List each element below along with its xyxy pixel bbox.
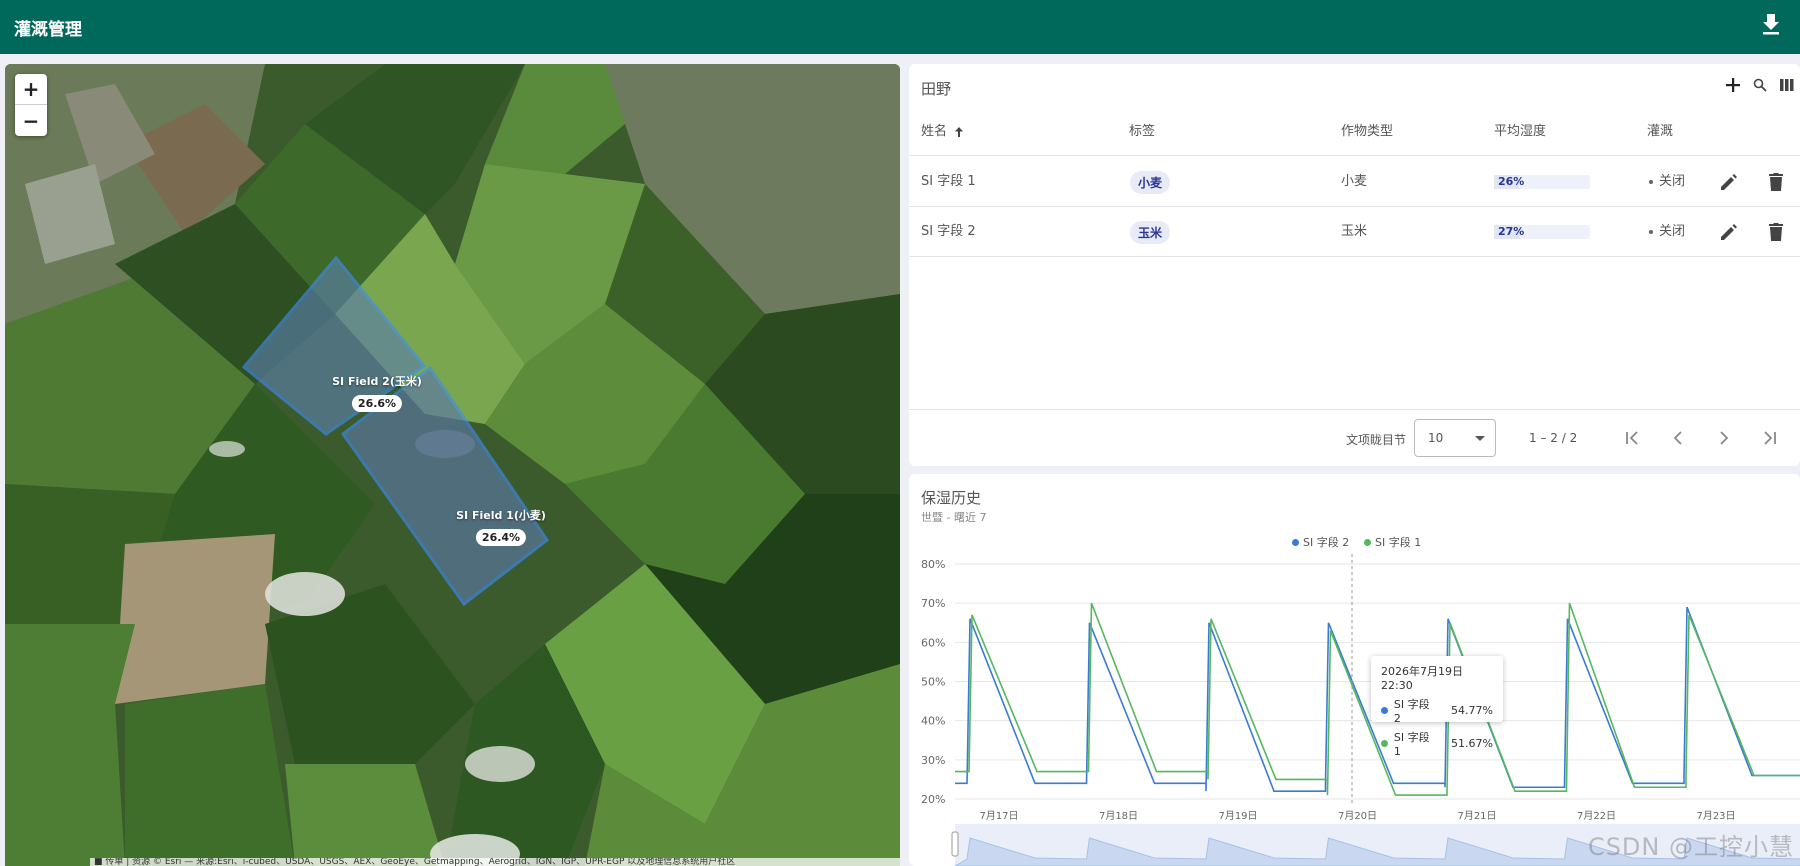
app-title: 灌溉管理: [14, 19, 82, 40]
fields-table-card: 田野 姓名 标签 作物类型 平均湿度 灌溉 SI 字段 1 小麦 小麦 26% …: [909, 64, 1800, 466]
field-1-moisture-badge: 26.4%: [475, 529, 527, 546]
add-icon[interactable]: [1720, 72, 1746, 98]
table-row[interactable]: SI 字段 1 小麦 小麦 26% 关闭: [909, 157, 1800, 207]
table-pagination: 文项眬目节 10 1 – 2 / 2: [909, 409, 1800, 466]
next-page-icon[interactable]: [1712, 426, 1736, 450]
table-title: 田野: [921, 80, 952, 98]
y-tick-label: 50%: [921, 676, 945, 689]
moisture-bar: 27%: [1494, 225, 1590, 239]
edit-icon[interactable]: [1717, 170, 1741, 194]
satellite-map[interactable]: + − SI Field 2(玉米) 26.6% SI Field 1(小麦) …: [5, 64, 900, 866]
col-moisture-header[interactable]: 平均湿度: [1494, 108, 1546, 156]
field-2-label: SI Field 2(玉米): [332, 375, 422, 388]
edit-icon[interactable]: [1717, 220, 1741, 244]
rows-per-page-label: 文项眬目节: [1346, 433, 1407, 447]
col-name-header[interactable]: 姓名: [921, 108, 947, 156]
field-1-label: SI Field 1(小麦): [456, 509, 546, 522]
map-tiles: [5, 64, 900, 866]
chart-tooltip: 2026年7月19日 22:30 SI 字段 2 54.77% SI 字段 1 51…: [1371, 656, 1503, 758]
line-chart[interactable]: 20% 30% 40% 50% 60% 70% 80% 7月17日 7月18日 7月19日 7月2…: [909, 474, 1800, 866]
last-page-icon[interactable]: [1758, 426, 1782, 450]
x-tick-label: 7月21日: [1457, 810, 1496, 822]
search-icon[interactable]: [1747, 72, 1773, 98]
x-tick-label: 7月20日: [1338, 810, 1377, 822]
col-crop-header[interactable]: 作物类型: [1341, 108, 1393, 156]
y-tick-label: 60%: [921, 636, 945, 649]
delete-icon[interactable]: [1764, 170, 1788, 194]
y-tick-label: 20%: [921, 793, 945, 806]
y-tick-label: 30%: [921, 754, 945, 767]
x-tick-label: 7月18日: [1099, 810, 1138, 822]
x-tick-label: 7月23日: [1696, 810, 1735, 822]
tag-chip: 小麦: [1130, 171, 1171, 194]
table-row[interactable]: SI 字段 2 玉米 玉米 27% 关闭: [909, 207, 1800, 257]
tooltip-date: 2026年7月19日 22:30: [1381, 665, 1463, 692]
zoom-in-button[interactable]: +: [15, 74, 47, 105]
tooltip-value-2: 54.77%: [1451, 704, 1493, 717]
chevron-down-icon: [1475, 436, 1485, 441]
zoom-out-button[interactable]: −: [15, 105, 47, 136]
x-tick-label: 7月19日: [1218, 810, 1257, 822]
row-name: SI 字段 2: [921, 224, 976, 239]
irrigation-status: 关闭: [1649, 207, 1685, 257]
irrigation-status: 关闭: [1649, 157, 1685, 207]
page-range: 1 – 2 / 2: [1529, 431, 1578, 445]
slider-handle-left: [951, 831, 959, 857]
y-tick-label: 40%: [921, 715, 945, 728]
tooltip-label-2: SI 字段 2: [1393, 698, 1430, 725]
row-crop: 玉米: [1341, 224, 1368, 239]
moisture-bar: 26%: [1494, 175, 1590, 189]
tooltip-value-1: 51.67%: [1451, 737, 1493, 750]
prev-page-icon[interactable]: [1666, 426, 1690, 450]
col-tag-header[interactable]: 标签: [1129, 108, 1155, 156]
download-icon[interactable]: [1760, 12, 1782, 36]
zoom-control: + −: [15, 74, 47, 136]
first-page-icon[interactable]: [1620, 426, 1644, 450]
app-bar: 灌溉管理: [0, 0, 1800, 54]
row-name: SI 字段 1: [921, 174, 976, 189]
map-attribution[interactable]: ■ 传单 | 资源 © Esri — 来源:Esri、i-cubed、USDA、…: [90, 858, 900, 866]
col-irrigation-header[interactable]: 灌溉: [1647, 108, 1673, 156]
tooltip-label-1: SI 字段 1: [1393, 731, 1430, 758]
x-tick-label: 7月22日: [1577, 810, 1616, 822]
field-2-moisture-badge: 26.6%: [351, 395, 403, 412]
y-tick-label: 70%: [921, 597, 945, 610]
rows-per-page-select[interactable]: 10: [1414, 419, 1496, 457]
table-header: 姓名 标签 作物类型 平均湿度 灌溉: [909, 108, 1800, 156]
x-tick-label: 7月17日: [979, 810, 1018, 822]
row-crop: 小麦: [1341, 174, 1368, 189]
sort-ascending-icon[interactable]: [953, 126, 965, 138]
watermark: CSDN @工控小慧: [1587, 833, 1794, 861]
columns-icon[interactable]: [1774, 72, 1800, 98]
delete-icon[interactable]: [1764, 220, 1788, 244]
y-tick-label: 80%: [921, 558, 945, 571]
tag-chip: 玉米: [1130, 221, 1171, 244]
moisture-history-card: 保湿历史 世暨 - 曙近 7 SI 字段 2 SI 字段 1 20% 30% 40%…: [909, 474, 1800, 866]
